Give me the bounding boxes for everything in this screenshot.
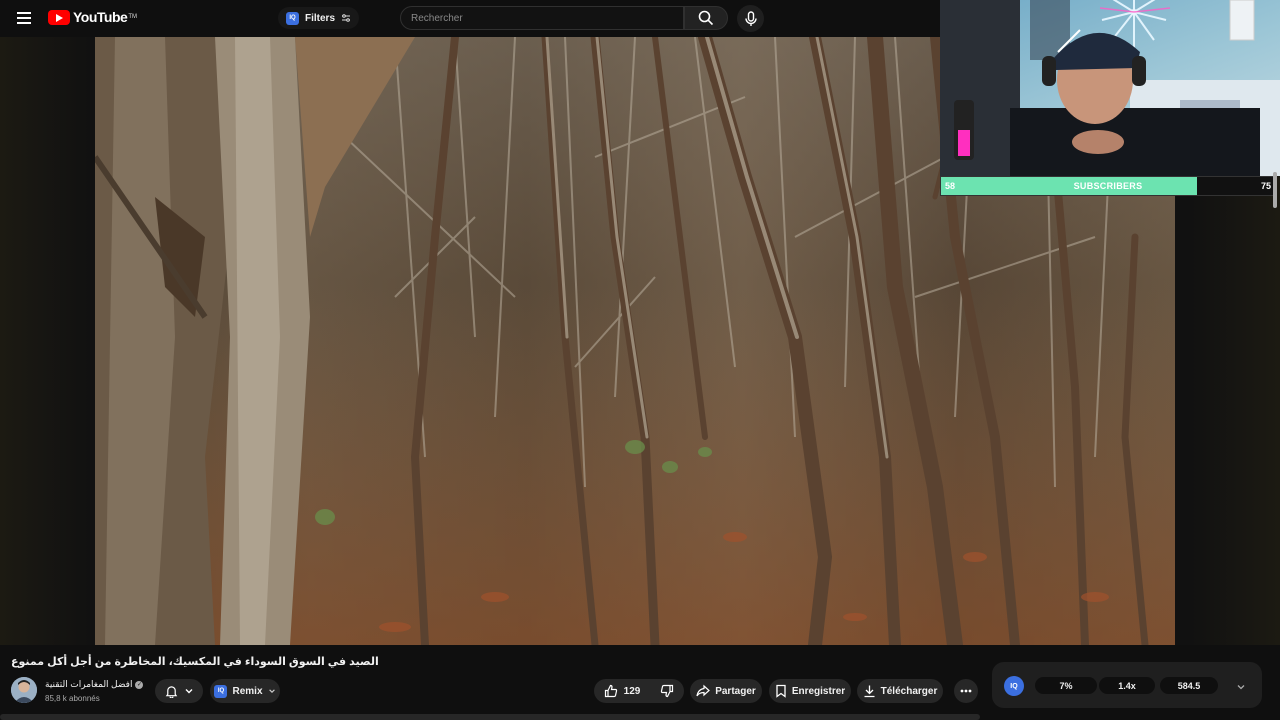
verified-icon: ✓ bbox=[135, 680, 144, 689]
iq-icon: IQ bbox=[214, 684, 228, 698]
video-title: الصيد في السوق السوداء في المكسيك، المخا… bbox=[11, 656, 379, 668]
logo-tm: TM bbox=[128, 14, 137, 20]
youtube-play-icon bbox=[48, 9, 70, 25]
iq-logo-icon[interactable]: IQ bbox=[1004, 676, 1024, 696]
share-icon bbox=[696, 684, 711, 697]
like-count: 129 bbox=[623, 685, 641, 697]
search-button[interactable] bbox=[684, 6, 728, 30]
remix-label: Remix bbox=[232, 685, 263, 697]
stat-multiplier: 1.4x bbox=[1099, 677, 1155, 694]
notification-button[interactable] bbox=[155, 679, 203, 703]
save-label: Enregistrer bbox=[791, 685, 846, 697]
thumbs-down-icon bbox=[661, 684, 674, 698]
stat-engagement: 7% bbox=[1035, 677, 1097, 694]
search-icon bbox=[698, 10, 714, 26]
search-input[interactable] bbox=[401, 7, 683, 29]
channel-name[interactable]: افضل المغامرات التقنية ✓ bbox=[45, 679, 144, 690]
top-bar: YouTube TM IQ Filters bbox=[0, 0, 940, 37]
more-horizontal-icon bbox=[960, 689, 972, 693]
remix-button[interactable]: IQ Remix bbox=[210, 679, 280, 703]
share-button[interactable]: Partager bbox=[690, 679, 762, 703]
microphone-icon bbox=[744, 10, 757, 26]
streamer-webcam bbox=[940, 0, 1280, 176]
iq-icon: IQ bbox=[286, 11, 299, 25]
subscriber-goal-bar: 58 SUBSCRIBERS 75 bbox=[940, 176, 1274, 196]
filters-button[interactable]: IQ Filters bbox=[278, 7, 360, 29]
like-button[interactable]: 129 bbox=[594, 679, 651, 703]
filters-label: Filters bbox=[305, 12, 336, 24]
logo-text: YouTube bbox=[73, 9, 128, 25]
chevron-down-icon bbox=[268, 689, 275, 693]
like-dislike-group: 129 bbox=[594, 679, 684, 703]
subscriber-goal: 75 bbox=[1260, 181, 1271, 191]
dislike-button[interactable] bbox=[650, 679, 684, 703]
chevron-down-icon bbox=[1237, 685, 1245, 690]
stat-score: 584.5 bbox=[1160, 677, 1218, 694]
download-button[interactable]: Télécharger bbox=[857, 679, 943, 703]
more-actions-button[interactable] bbox=[954, 679, 978, 703]
save-button[interactable]: Enregistrer bbox=[769, 679, 851, 703]
thumbs-up-icon bbox=[604, 684, 617, 698]
menu-icon[interactable] bbox=[12, 9, 36, 29]
channel-avatar[interactable] bbox=[11, 677, 37, 703]
bell-icon bbox=[165, 685, 177, 698]
expand-stats-button[interactable] bbox=[1236, 679, 1246, 697]
youtube-logo[interactable]: YouTube TM bbox=[48, 9, 137, 25]
comments-section-edge bbox=[0, 714, 980, 720]
subscriber-label: SUBSCRIBERS bbox=[1073, 181, 1143, 191]
iq-stats-widget: IQ 7% 1.4x 584.5 bbox=[992, 662, 1262, 708]
sliders-icon bbox=[342, 14, 351, 22]
subscriber-count: 85,8 k abonnés bbox=[45, 694, 100, 703]
channel-name-text: افضل المغامرات التقنية bbox=[45, 679, 133, 689]
streamer-image bbox=[940, 0, 1280, 176]
scrollbar-thumb[interactable] bbox=[1273, 172, 1277, 208]
share-label: Partager bbox=[715, 685, 756, 697]
search-box bbox=[400, 6, 684, 30]
chevron-down-icon bbox=[185, 689, 192, 694]
download-icon bbox=[864, 685, 875, 698]
download-label: Télécharger bbox=[880, 685, 938, 697]
voice-search-button[interactable] bbox=[737, 5, 764, 32]
bookmark-icon bbox=[776, 684, 786, 698]
